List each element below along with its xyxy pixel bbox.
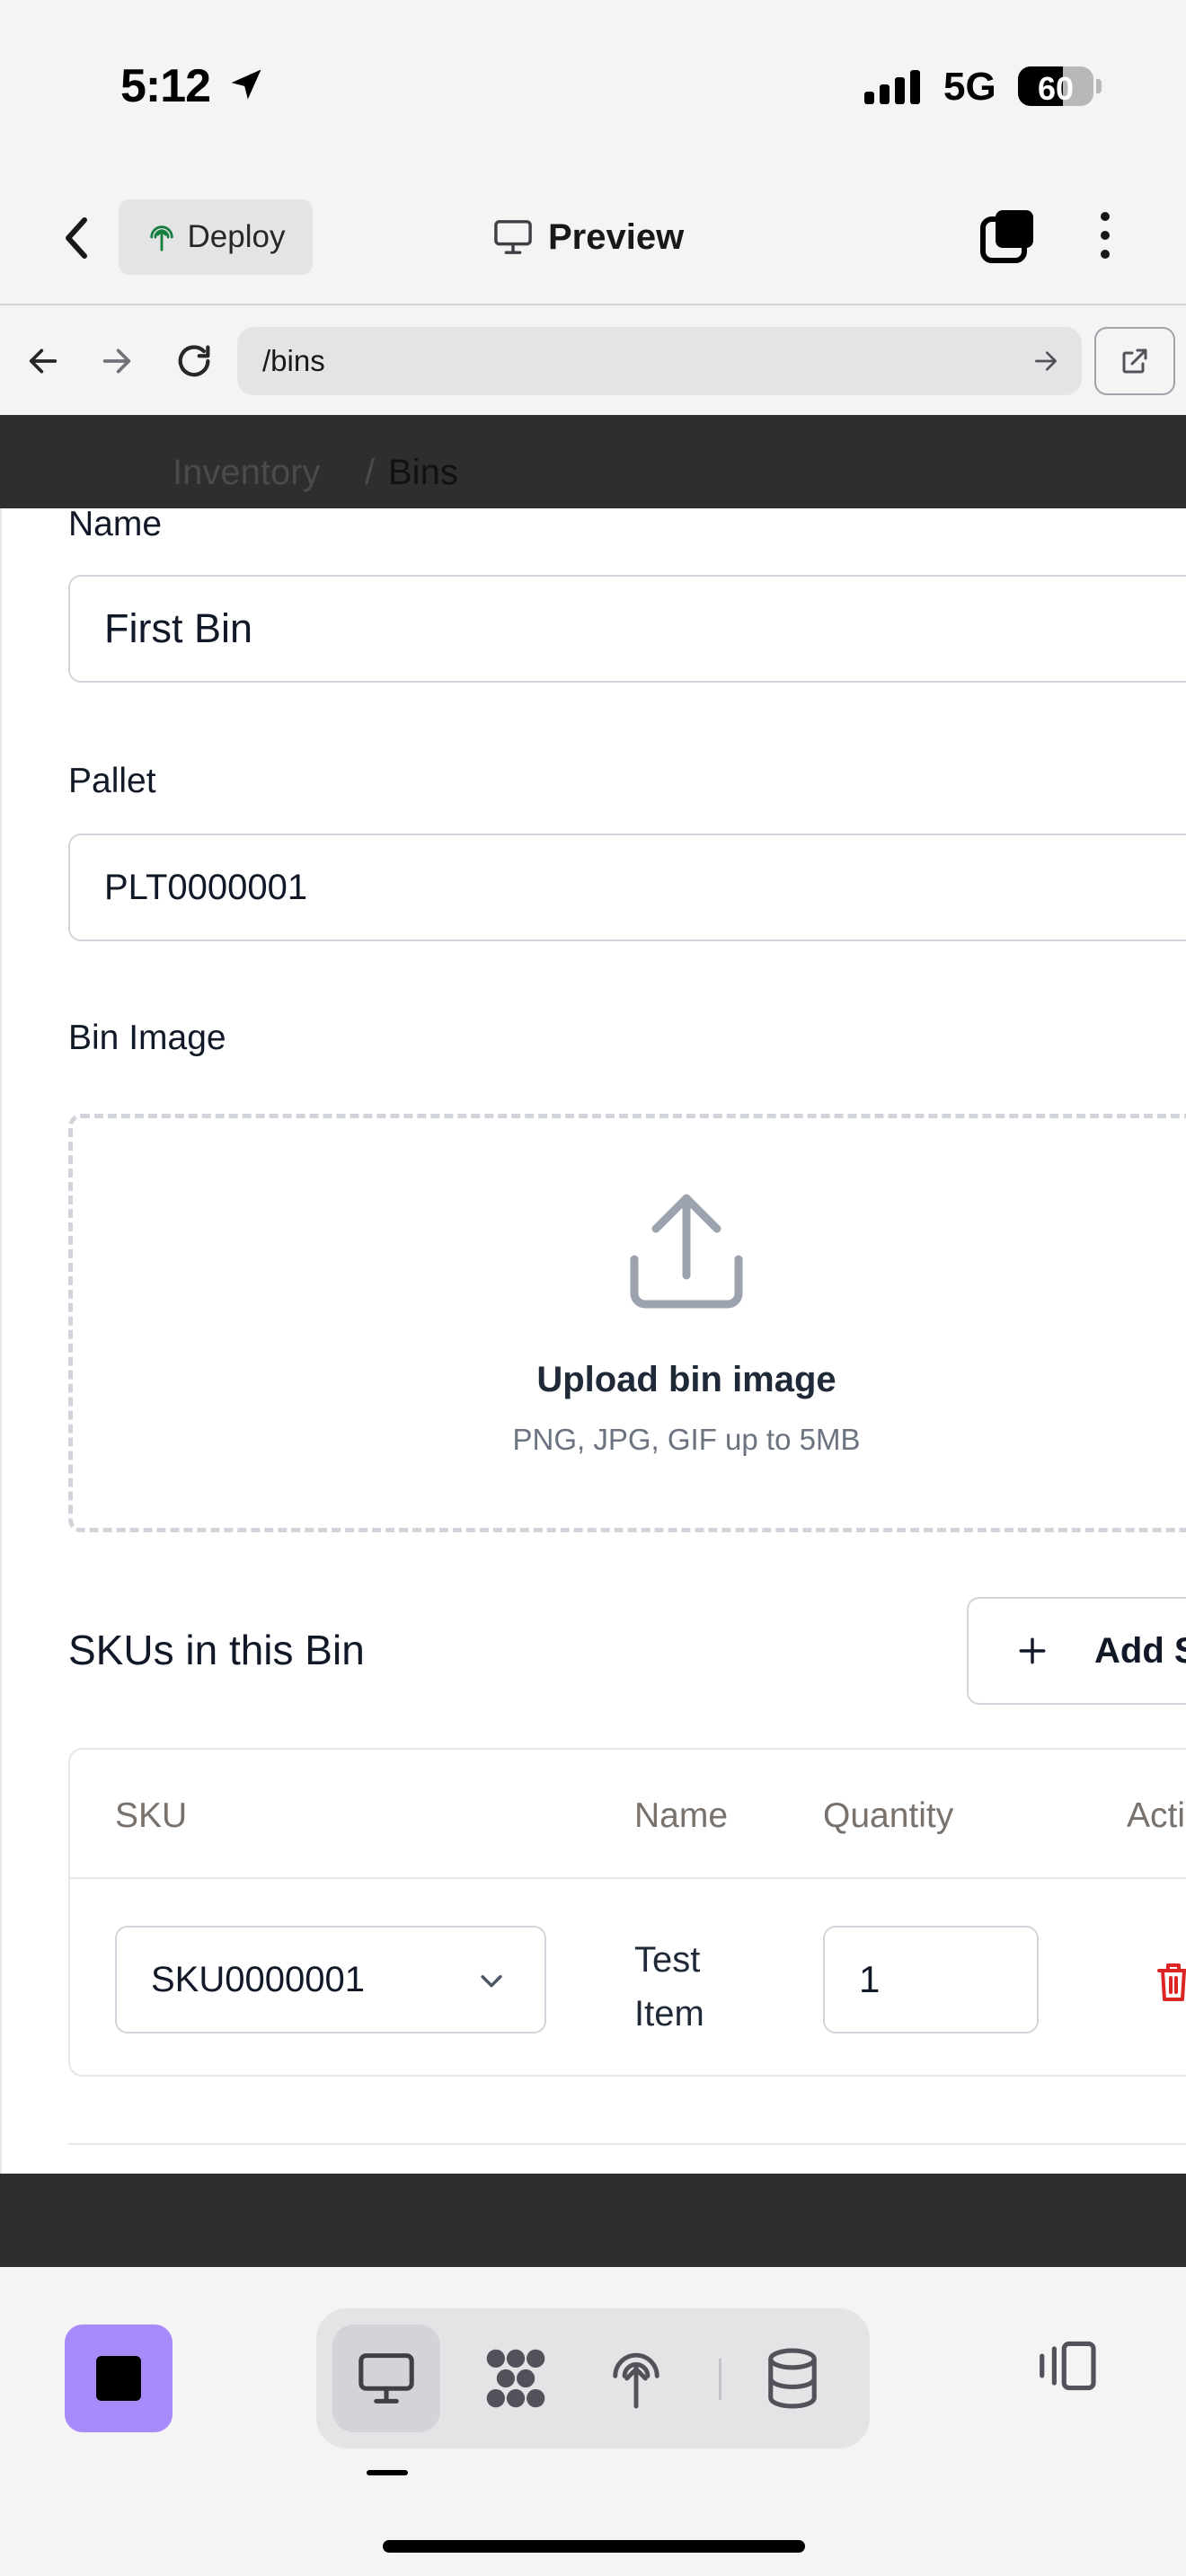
breadcrumb-separator: / [365, 453, 376, 492]
preview-mode-button[interactable] [332, 2325, 440, 2432]
url-input[interactable] [237, 327, 1082, 395]
deploy-mode-button[interactable] [591, 2325, 681, 2432]
database-icon [768, 2348, 817, 2409]
arrow-left-icon [29, 348, 58, 374]
preview-title[interactable]: Preview [492, 208, 684, 266]
bin-image-label: Bin Image [68, 1019, 226, 1057]
components-mode-button[interactable] [462, 2325, 570, 2432]
location-arrow-icon [231, 69, 261, 100]
app-header: Deploy Preview [0, 171, 1186, 305]
active-mode-indicator [367, 2470, 408, 2475]
viewport-top-bar: Inventory / Bins [0, 415, 1186, 508]
browser-bar [0, 307, 1186, 415]
battery-icon: 60 [1018, 66, 1093, 106]
breadcrumb-current: Bins [388, 453, 458, 492]
column-header-actions: Actions [1127, 1796, 1186, 1835]
skus-table: SKU Name Quantity Actions SKU0000001 Tes… [68, 1748, 1186, 2077]
bottom-toolbar [0, 2267, 1186, 2576]
reload-button[interactable] [167, 334, 221, 388]
chevron-left-icon [66, 217, 87, 259]
status-bar: 5:12 5G 60 [0, 0, 1186, 171]
open-external-button[interactable] [1094, 327, 1175, 395]
pallet-label: Pallet [68, 762, 156, 800]
network-type: 5G [943, 65, 996, 109]
status-time: 5:12 [120, 60, 211, 112]
skus-section-title: SKUs in this Bin [68, 1627, 365, 1673]
monitor-icon [494, 220, 532, 254]
preview-label: Preview [548, 216, 685, 257]
deploy-button[interactable]: Deploy [119, 199, 313, 275]
signal-icon [864, 70, 920, 104]
mode-separator [719, 2359, 721, 2400]
breadcrumb-parent[interactable]: Inventory [173, 453, 321, 493]
arrow-right-icon [102, 348, 131, 374]
grid-icon [486, 2349, 545, 2408]
sku-select-value: SKU0000001 [151, 1959, 365, 1999]
back-button[interactable] [54, 216, 99, 260]
panel-toggle-icon[interactable] [1033, 2339, 1100, 2393]
upload-hint: PNG, JPG, GIF up to 5MB [512, 1423, 861, 1456]
stop-icon [96, 2356, 141, 2401]
battery-nub [1096, 79, 1102, 93]
preview-viewport: Name First Bin Pallet PLT0000001 Bin Ima… [0, 508, 1186, 2174]
stop-button[interactable] [65, 2325, 173, 2432]
column-header-sku: SKU [115, 1796, 188, 1835]
upload-icon [630, 1194, 743, 1309]
browser-back-button[interactable] [16, 334, 70, 388]
chevron-down-icon [481, 1975, 502, 1988]
add-sku-label: Add SKU [1094, 1630, 1186, 1671]
mode-switcher [316, 2308, 870, 2448]
quantity-input[interactable]: 1 [823, 1926, 1039, 2033]
viewport-bottom-bar [0, 2174, 1186, 2267]
add-sku-button[interactable]: Add SKU [967, 1597, 1186, 1705]
browser-forward-button[interactable] [90, 334, 144, 388]
column-header-quantity: Quantity [823, 1796, 954, 1835]
sku-select[interactable]: SKU0000001 [115, 1926, 546, 2033]
name-input[interactable]: First Bin [68, 575, 1186, 683]
external-link-icon [1122, 348, 1147, 374]
database-mode-button[interactable] [739, 2325, 846, 2432]
windows-icon[interactable] [979, 207, 1037, 264]
url-go-icon[interactable] [1031, 347, 1060, 375]
deploy-label: Deploy [187, 219, 286, 254]
battery-percent: 60 [1037, 70, 1075, 106]
section-divider [68, 2143, 1186, 2145]
deploy-mode-icon [613, 2352, 659, 2409]
table-divider [70, 1877, 1186, 1879]
plus-icon [1019, 1637, 1046, 1664]
sku-name-cell: Test Item [634, 1940, 704, 2033]
home-indicator [383, 2540, 805, 2553]
deploy-icon [149, 225, 173, 251]
name-label: Name [68, 508, 163, 543]
pallet-input[interactable]: PLT0000001 [68, 834, 1186, 941]
upload-title: Upload bin image [536, 1360, 836, 1399]
trash-icon[interactable] [1155, 1962, 1186, 2003]
reload-icon [178, 345, 210, 377]
more-vertical-icon[interactable] [1087, 207, 1123, 264]
column-header-name: Name [634, 1796, 729, 1835]
preview-mode-icon [358, 2353, 414, 2404]
